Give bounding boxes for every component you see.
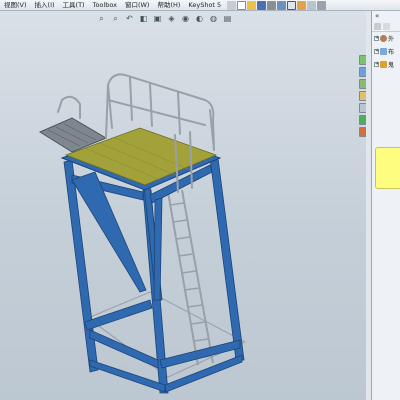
task-pane: « + 外 + 布 + 鬼 bbox=[371, 11, 400, 400]
home-icon[interactable] bbox=[383, 22, 390, 30]
expand-icon[interactable]: + bbox=[374, 36, 379, 41]
menu-insert[interactable]: 插入(I) bbox=[31, 0, 59, 11]
quick-access-toolbar bbox=[227, 0, 327, 10]
appearance-ball-icon bbox=[380, 35, 387, 42]
menu-window[interactable]: 窗口(W) bbox=[121, 0, 154, 11]
tree-item-scenes[interactable]: + 布 bbox=[372, 45, 400, 58]
select-icon[interactable] bbox=[287, 0, 297, 10]
menu-keyshot[interactable]: KeyShot 5 bbox=[184, 0, 225, 11]
tree-item-label: 布 bbox=[388, 49, 395, 56]
appearance-swatch[interactable] bbox=[375, 147, 400, 189]
tree-item-decals[interactable]: + 鬼 bbox=[372, 58, 400, 71]
menu-view[interactable]: 视图(V) bbox=[0, 0, 31, 11]
ladder[interactable] bbox=[167, 189, 214, 366]
open-icon[interactable] bbox=[247, 0, 257, 10]
menu-help[interactable]: 帮助(H) bbox=[153, 0, 184, 11]
undo-icon[interactable] bbox=[277, 0, 287, 10]
save-icon[interactable] bbox=[257, 0, 267, 10]
platform-3d-model[interactable] bbox=[0, 11, 371, 400]
tree-item-label: 鬼 bbox=[388, 62, 395, 69]
options-icon[interactable] bbox=[317, 0, 327, 10]
tree-item-appearances[interactable]: + 外 bbox=[372, 32, 400, 45]
refresh-icon[interactable] bbox=[374, 22, 381, 30]
graphics-viewport[interactable]: ⌕ ⌕ ↶ ◧ ▣ ◈ ◉ ◐ ◍ ▤ bbox=[0, 11, 371, 400]
pin-icon[interactable] bbox=[227, 0, 237, 10]
scene-icon bbox=[380, 48, 387, 55]
menu-bar: 视图(V) 插入(I) 工具(T) Toolbox 窗口(W) 帮助(H) Ke… bbox=[0, 0, 400, 11]
collapse-pane-button[interactable]: « bbox=[372, 11, 400, 21]
expand-icon[interactable]: + bbox=[374, 62, 379, 67]
menu-tools[interactable]: 工具(T) bbox=[59, 0, 89, 11]
new-document-icon[interactable] bbox=[237, 0, 247, 10]
expand-icon[interactable]: + bbox=[374, 49, 379, 54]
menu-toolbox[interactable]: Toolbox bbox=[89, 0, 121, 11]
task-pane-toolbar bbox=[372, 21, 400, 32]
decal-icon bbox=[380, 61, 387, 68]
file-properties-icon[interactable] bbox=[307, 0, 317, 10]
print-icon[interactable] bbox=[267, 0, 277, 10]
tree-item-label: 外 bbox=[388, 36, 395, 43]
rebuild-icon[interactable] bbox=[297, 0, 307, 10]
